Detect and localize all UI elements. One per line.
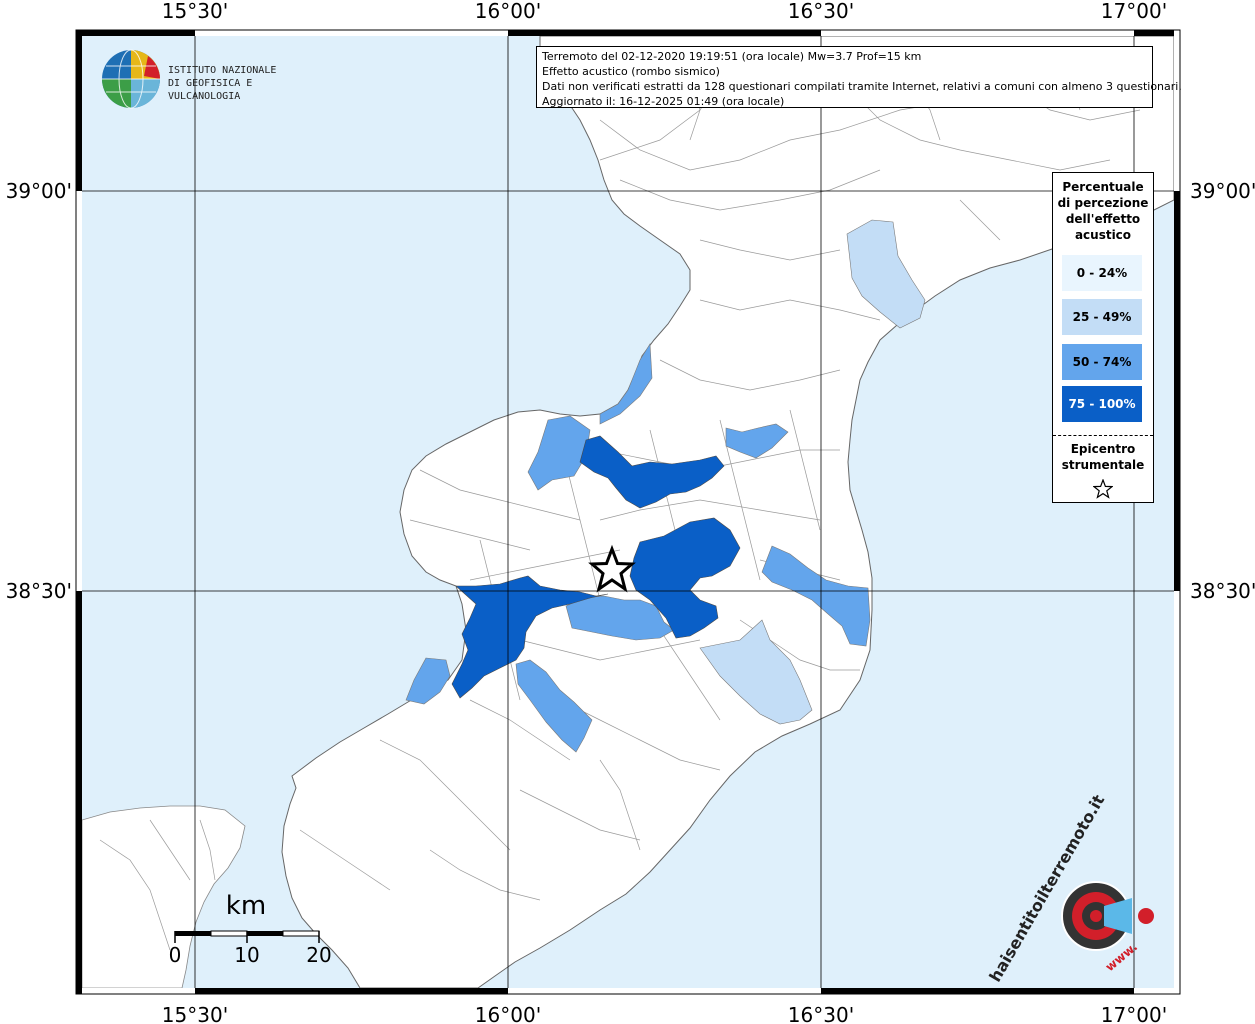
lat-label-left-2: 38°30' <box>6 579 72 603</box>
legend-item-75-100: 75 - 100% <box>1062 386 1142 422</box>
lon-label-bottom-3: 16°30' <box>788 1003 854 1024</box>
data-note: Dati non verificati estratti da 128 ques… <box>542 80 1182 93</box>
legend-star-icon <box>1093 479 1113 499</box>
lat-label-right-1: 39°00' <box>1190 179 1255 203</box>
legend-epicenter-label: Epicentro strumentale <box>1061 442 1145 472</box>
lon-label-bottom-4: 17°00' <box>1101 1003 1167 1024</box>
lon-label-top-3: 16°30' <box>788 0 854 23</box>
scale-unit: km <box>226 891 266 921</box>
legend: Percentuale di percezione dell'effetto a… <box>1052 172 1154 503</box>
globe-icon <box>102 49 160 109</box>
lon-label-bottom-1: 15°30' <box>162 1003 228 1024</box>
legend-title: Percentuale di percezione dell'effetto a… <box>1057 180 1149 242</box>
ingv-logo: ISTITUTO NAZIONALE DI GEOFISICA E VULCAN… <box>100 48 330 110</box>
legend-item-50-74: 50 - 74% <box>1062 344 1142 380</box>
lon-label-top-2: 16°00' <box>475 0 541 23</box>
legend-item-0-24: 0 - 24% <box>1062 255 1142 291</box>
scale-label-20: 20 <box>306 943 331 967</box>
logo-line-2: DI GEOFISICA E VULCANOLOGIA <box>168 78 253 102</box>
scale-label-0: 0 <box>169 943 182 967</box>
effect-type: Effetto acustico (rombo sismico) <box>542 65 720 78</box>
legend-divider <box>1053 435 1153 436</box>
lon-label-top-1: 15°30' <box>162 0 228 23</box>
event-info-box: Terremoto del 02-12-2020 19:19:51 (ora l… <box>536 46 1182 108</box>
lon-label-bottom-2: 16°00' <box>475 1003 541 1024</box>
scale-label-10: 10 <box>234 943 259 967</box>
event-title: Terremoto del 02-12-2020 19:19:51 (ora l… <box>542 50 922 63</box>
intensity-map: 15°30' 16°00' 16°30' 17°00' 15°30' 16°00… <box>6 0 1255 1024</box>
logo-line-1: ISTITUTO NAZIONALE <box>168 65 277 76</box>
legend-item-25-49: 25 - 49% <box>1062 299 1142 335</box>
update-time: Aggiornato il: 16-12-2025 01:49 (ora loc… <box>542 95 785 108</box>
lat-label-right-2: 38°30' <box>1190 579 1255 603</box>
lat-label-left-1: 39°00' <box>6 179 72 203</box>
lon-label-top-4: 17°00' <box>1101 0 1167 23</box>
